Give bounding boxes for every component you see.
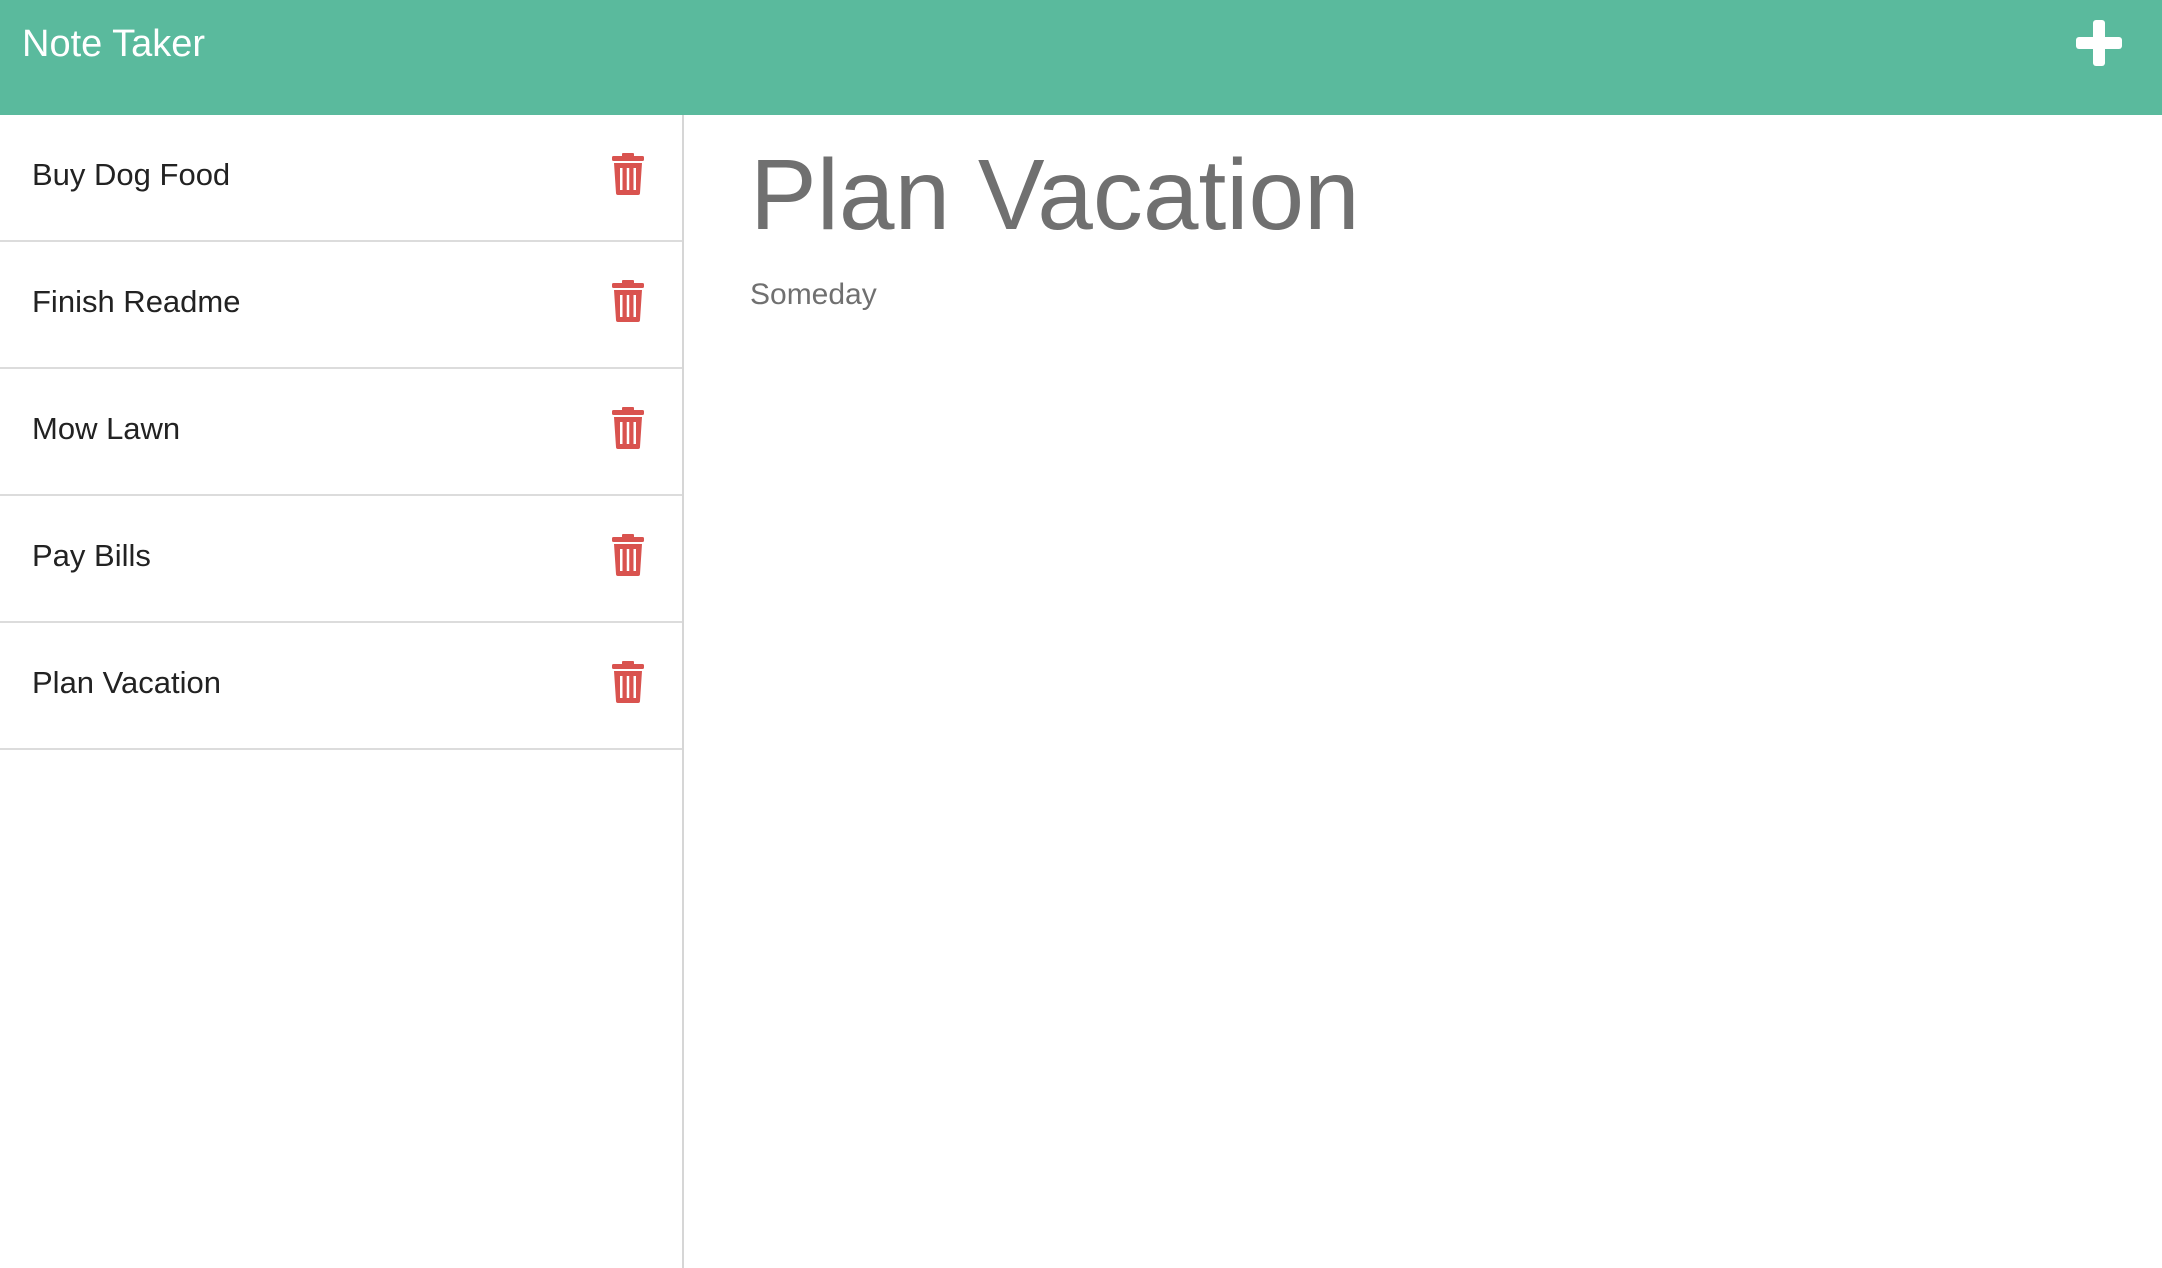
trash-icon: [612, 534, 644, 576]
delete-note-button[interactable]: [611, 407, 645, 449]
list-item[interactable]: Finish Readme: [0, 242, 682, 369]
trash-icon: [612, 153, 644, 195]
note-text-field[interactable]: Someday: [750, 275, 877, 315]
new-note-button[interactable]: [2072, 16, 2126, 70]
navbar: Note Taker: [0, 0, 2162, 115]
note-title: Buy Dog Food: [32, 157, 231, 192]
trash-icon: [612, 661, 644, 703]
note-list: Buy Dog Food Finish Readme Mow Lawn Pay …: [0, 115, 682, 750]
list-item[interactable]: Buy Dog Food: [0, 115, 682, 242]
delete-note-button[interactable]: [611, 153, 645, 195]
list-item[interactable]: Mow Lawn: [0, 369, 682, 496]
list-item[interactable]: Pay Bills: [0, 496, 682, 623]
note-title: Mow Lawn: [32, 411, 181, 446]
note-title: Finish Readme: [32, 284, 241, 319]
trash-icon: [612, 407, 644, 449]
delete-note-button[interactable]: [611, 534, 645, 576]
note-title: Pay Bills: [32, 538, 151, 573]
delete-note-button[interactable]: [611, 280, 645, 322]
notes-sidebar: Buy Dog Food Finish Readme Mow Lawn Pay …: [0, 115, 684, 1268]
app-title[interactable]: Note Taker: [22, 20, 205, 68]
delete-note-button[interactable]: [611, 661, 645, 703]
plus-icon: [2076, 20, 2122, 66]
trash-icon: [612, 280, 644, 322]
note-title: Plan Vacation: [32, 665, 221, 700]
note-editor: Plan Vacation Someday: [684, 115, 2162, 1268]
note-title-field[interactable]: Plan Vacation: [750, 135, 1360, 255]
list-item[interactable]: Plan Vacation: [0, 623, 682, 750]
